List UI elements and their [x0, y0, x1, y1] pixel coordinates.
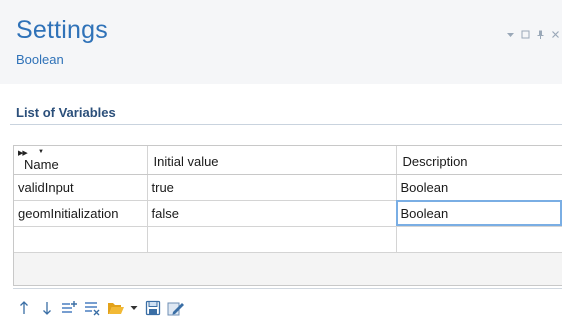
page-subtitle: Boolean — [16, 52, 64, 67]
table-row[interactable] — [14, 226, 562, 253]
page-title: Settings — [16, 16, 108, 44]
column-header-initial-value[interactable]: Initial value — [147, 146, 397, 175]
cell-name[interactable] — [14, 226, 148, 253]
move-down-icon[interactable] — [37, 298, 56, 317]
clear-table-icon[interactable] — [83, 298, 102, 317]
column-header-description[interactable]: Description — [396, 146, 562, 175]
move-up-icon[interactable] — [14, 298, 33, 317]
variables-table: ▶▶ ▼ Name Initial value Description vali… — [13, 145, 562, 286]
save-to-file-icon[interactable] — [143, 298, 162, 317]
dropdown-icon[interactable] — [506, 26, 515, 37]
cell-description[interactable]: Boolean — [396, 174, 562, 201]
cell-name[interactable]: validInput — [14, 174, 148, 201]
settings-header: Settings Boolean — [0, 0, 562, 84]
table-toolbar — [14, 298, 185, 317]
column-menu-icon[interactable]: ▼ — [38, 149, 44, 155]
close-icon[interactable] — [551, 26, 560, 38]
edit-icon[interactable] — [166, 298, 185, 317]
load-from-file-icon[interactable] — [106, 298, 125, 317]
cell-name[interactable]: geomInitialization — [14, 200, 148, 227]
cell-initial-value[interactable]: false — [147, 200, 397, 227]
toolbar-divider — [13, 288, 562, 289]
column-header-name[interactable]: ▶▶ ▼ Name — [14, 146, 148, 175]
expand-columns-icon[interactable]: ▶▶ — [18, 149, 28, 157]
table-row[interactable]: geomInitialization false Boolean — [14, 200, 562, 227]
add-row-icon[interactable] — [60, 298, 79, 317]
section-divider — [10, 124, 562, 125]
cell-initial-value[interactable]: true — [147, 174, 397, 201]
cell-description[interactable]: Boolean — [396, 200, 562, 227]
cell-initial-value[interactable] — [147, 226, 397, 253]
cell-description[interactable] — [396, 226, 562, 253]
table-header-row: ▶▶ ▼ Name Initial value Description — [14, 146, 562, 175]
window-controls — [506, 26, 560, 39]
dropdown-arrow-icon[interactable] — [129, 298, 139, 317]
section-title[interactable]: List of Variables — [16, 105, 116, 120]
table-row[interactable]: validInput true Boolean — [14, 174, 562, 201]
maximize-icon[interactable] — [521, 26, 530, 39]
pin-icon[interactable] — [536, 26, 545, 39]
